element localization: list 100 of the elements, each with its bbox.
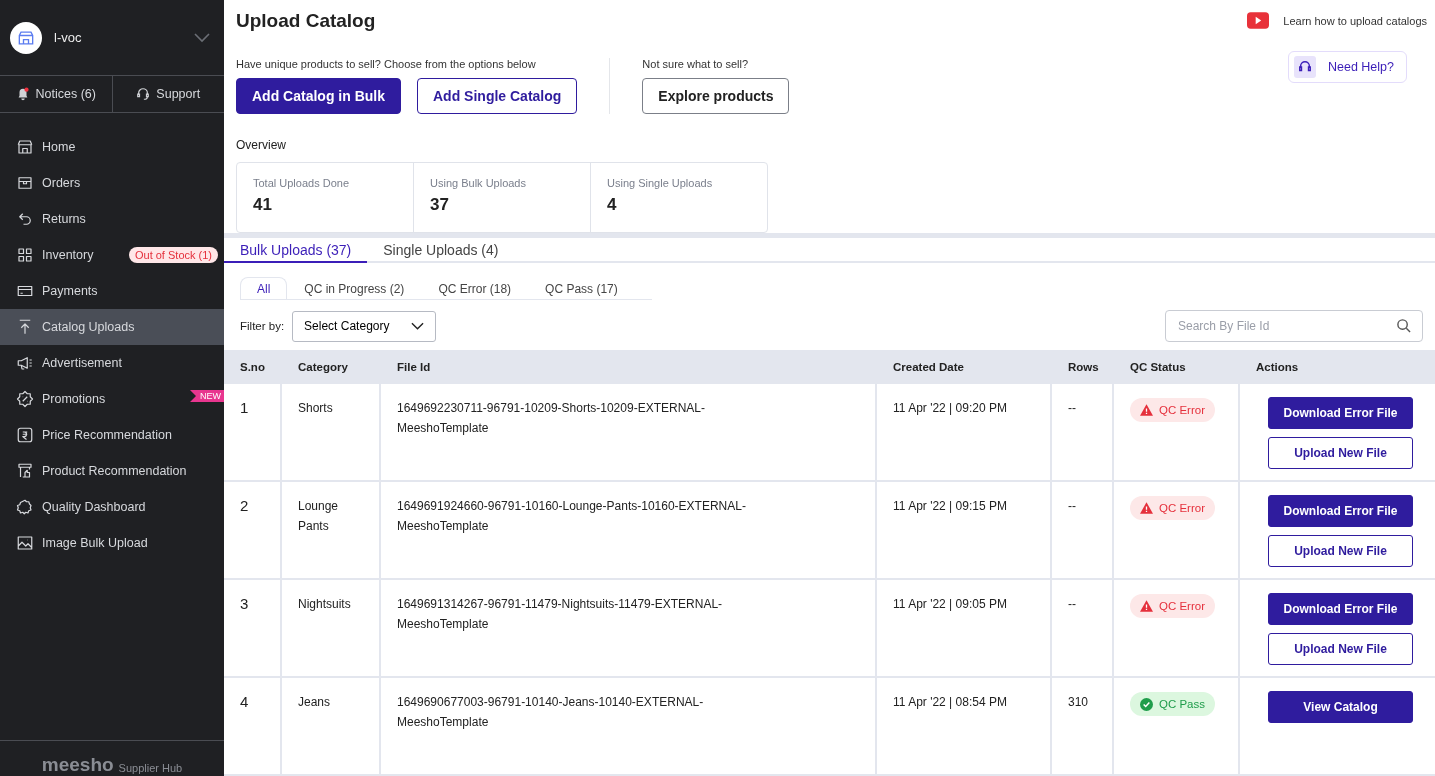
status-tab[interactable]: QC Error (18): [421, 277, 529, 299]
out-of-stock-badge: Out of Stock (1): [128, 247, 218, 263]
table-cell: 1649692230711-96791-10209-Shorts-10209-EXTERNAL-MeeshoTemplate: [381, 384, 877, 480]
explore-button[interactable]: Explore products: [642, 78, 790, 114]
table-cell: 11 Apr '22 | 09:15 PM: [877, 482, 1052, 578]
table-cell: 1649691314267-96791-11479-Nightsuits-11479-EXTERNAL-MeeshoTemplate: [381, 580, 877, 676]
menu-item-icon: [16, 426, 34, 444]
table-cell: Nightsuits: [282, 580, 381, 676]
category-dropdown[interactable]: Select Category: [292, 310, 437, 342]
menu-item-icon: [16, 534, 34, 552]
brand-logo: meesho: [41, 755, 114, 774]
catalog-button[interactable]: Add Single Catalog: [417, 78, 578, 114]
table-cell: 4: [224, 678, 282, 774]
search-field[interactable]: Search By File Id: [1165, 310, 1423, 342]
sidebar-item[interactable]: Orders: [0, 165, 224, 201]
status-pill: QC Pass: [1130, 692, 1215, 716]
table-cell: --: [1052, 580, 1114, 676]
headset-icon: [1298, 60, 1312, 74]
stat-value: 41: [253, 195, 273, 215]
store-avatar[interactable]: [10, 21, 42, 54]
sidebar-item[interactable]: Promotions NEW: [0, 381, 224, 417]
brand-tagline: Supplier Hub: [118, 762, 183, 774]
stat-label: Using Bulk Uploads: [430, 177, 527, 189]
table-cell: 11 Apr '22 | 08:54 PM: [877, 678, 1052, 774]
chevron-down-icon: [411, 322, 425, 330]
upload-tab[interactable]: Single Uploads (4): [367, 237, 515, 264]
sidebar-link[interactable]: Notices (6): [0, 76, 112, 112]
table-cell: 1649690677003-96791-10140-Jeans-10140-EXTERNAL-MeeshoTemplate: [381, 678, 877, 774]
column-header: S.no: [239, 360, 266, 375]
status-pill: QC Error: [1130, 496, 1215, 520]
table-cell: 11 Apr '22 | 09:20 PM: [877, 384, 1052, 480]
column-header: Category: [297, 360, 349, 375]
table-cell: Shorts: [282, 384, 381, 480]
filter-label: Filter by:: [240, 320, 285, 332]
menu-item-icon: [16, 138, 34, 156]
action-button[interactable]: Upload New File: [1268, 535, 1413, 567]
action-button[interactable]: Download Error File: [1268, 397, 1413, 429]
status-tab[interactable]: QC in Progress (2): [287, 277, 422, 299]
menu-item-icon: [16, 354, 34, 372]
warning-icon: [1140, 600, 1153, 612]
column-header: Created Date: [892, 360, 965, 375]
action-button[interactable]: View Catalog: [1268, 691, 1413, 723]
table-cell: 11 Apr '22 | 09:05 PM: [877, 580, 1052, 676]
check-circle-icon: [1140, 697, 1153, 711]
column-header: Actions: [1255, 360, 1300, 375]
sidebar-item[interactable]: Image Bulk Upload: [0, 525, 224, 561]
status-pill: QC Error: [1130, 594, 1215, 618]
menu-item-icon: [16, 210, 34, 228]
catalog-button[interactable]: Add Catalog in Bulk: [236, 78, 401, 114]
sidebar-item[interactable]: Payments: [0, 273, 224, 309]
table-cell: Jeans: [282, 678, 381, 774]
video-play-icon: [1247, 12, 1270, 29]
headset-icon: [136, 87, 151, 101]
tutorial-link[interactable]: Learn how to upload catalogs: [1247, 12, 1427, 29]
status-pill: QC Error: [1130, 398, 1215, 422]
search-icon[interactable]: [1396, 318, 1411, 333]
sidebar-item[interactable]: Inventory Out of Stock (1): [0, 237, 224, 273]
column-header: Rows: [1067, 360, 1100, 375]
table-cell: 2: [224, 482, 282, 578]
prompt-text: Have unique products to sell? Choose from the options below: [236, 58, 537, 70]
chevron-down-icon[interactable]: [194, 32, 210, 43]
action-button[interactable]: Download Error File: [1268, 495, 1413, 527]
sidebar-item[interactable]: Catalog Uploads: [0, 309, 224, 345]
action-button[interactable]: Upload New File: [1268, 633, 1413, 665]
sidebar-item[interactable]: Price Recommendation: [0, 417, 224, 453]
table-cell: Lounge Pants: [282, 482, 381, 578]
status-tab[interactable]: All: [240, 277, 288, 299]
menu-item-icon: [16, 246, 34, 264]
help-button[interactable]: Need Help?: [1288, 51, 1407, 83]
menu-item-icon: [16, 390, 34, 408]
action-button[interactable]: Download Error File: [1268, 593, 1413, 625]
sidebar-item[interactable]: Quality Dashboard: [0, 489, 224, 525]
stat-value: 37: [430, 195, 450, 215]
sidebar-item[interactable]: Product Recommendation: [0, 453, 224, 489]
status-tab[interactable]: QC Pass (17): [528, 277, 635, 299]
column-header: QC Status: [1129, 360, 1187, 375]
table-cell: 1649691924660-96791-10160-Lounge-Pants-10160-EXTERNAL-MeeshoTemplate: [381, 482, 877, 578]
stat-label: Total Uploads Done: [253, 177, 350, 189]
table-cell: 310: [1052, 678, 1114, 774]
account-name: l-voc: [54, 30, 83, 45]
prompt-text: Not sure what to sell?: [642, 58, 750, 70]
table-cell: --: [1052, 384, 1114, 480]
menu-item-icon: [16, 462, 34, 480]
table-cell: 3: [224, 580, 282, 676]
menu-item-icon: [16, 498, 34, 516]
upload-tab[interactable]: Bulk Uploads (37): [224, 237, 368, 264]
warning-icon: [1140, 502, 1153, 514]
section-title: Overview: [236, 138, 287, 152]
sidebar-item[interactable]: Home: [0, 129, 224, 165]
menu-item-icon: [16, 174, 34, 192]
stat-label: Using Single Uploads: [607, 177, 714, 189]
column-header: File Id: [396, 360, 432, 375]
action-button[interactable]: Upload New File: [1268, 437, 1413, 469]
new-ribbon: NEW: [190, 390, 224, 402]
stat-value: 4: [607, 195, 618, 215]
table-cell: 1: [224, 384, 282, 480]
sidebar-item[interactable]: Returns: [0, 201, 224, 237]
warning-icon: [1140, 404, 1153, 416]
sidebar-item[interactable]: Advertisement: [0, 345, 224, 381]
page-title: Upload Catalog: [236, 10, 377, 32]
